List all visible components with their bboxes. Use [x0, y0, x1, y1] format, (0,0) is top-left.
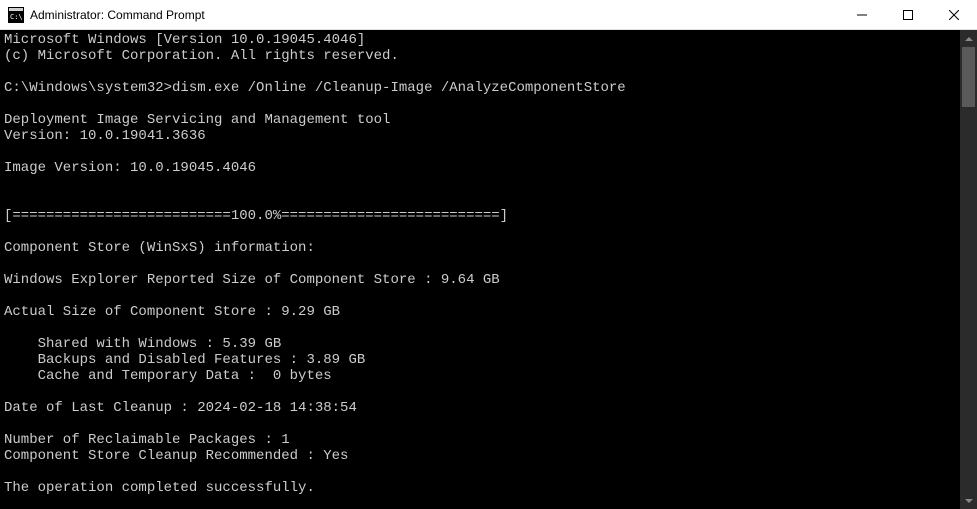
terminal-line: ​ — [4, 192, 956, 208]
terminal-line: Component Store Cleanup Recommended : Ye… — [4, 448, 956, 464]
terminal-line: ​ — [4, 256, 956, 272]
terminal-line: Cache and Temporary Data : 0 bytes — [4, 368, 956, 384]
terminal-line: ​ — [4, 224, 956, 240]
terminal-line: ​ — [4, 384, 956, 400]
terminal-line: Number of Reclaimable Packages : 1 — [4, 432, 956, 448]
terminal-line: ​ — [4, 496, 956, 509]
scrollbar-track[interactable] — [960, 47, 977, 492]
terminal-line: Shared with Windows : 5.39 GB — [4, 336, 956, 352]
terminal-line: Windows Explorer Reported Size of Compon… — [4, 272, 956, 288]
minimize-button[interactable] — [839, 0, 885, 29]
scroll-up-button[interactable] — [960, 30, 977, 47]
window-title: Administrator: Command Prompt — [30, 8, 839, 22]
terminal-line: Microsoft Windows [Version 10.0.19045.40… — [4, 32, 956, 48]
terminal-line: ​ — [4, 176, 956, 192]
svg-text:C:\: C:\ — [10, 13, 23, 21]
window-controls — [839, 0, 977, 29]
terminal-line: C:\Windows\system32>dism.exe /Online /Cl… — [4, 80, 956, 96]
terminal-area: Microsoft Windows [Version 10.0.19045.40… — [0, 30, 977, 509]
terminal-line: (c) Microsoft Corporation. All rights re… — [4, 48, 956, 64]
maximize-button[interactable] — [885, 0, 931, 29]
terminal-line: ​ — [4, 464, 956, 480]
terminal-line: Component Store (WinSxS) information: — [4, 240, 956, 256]
terminal-line: ​ — [4, 320, 956, 336]
terminal-output[interactable]: Microsoft Windows [Version 10.0.19045.40… — [0, 30, 960, 509]
terminal-line: Date of Last Cleanup : 2024-02-18 14:38:… — [4, 400, 956, 416]
terminal-line: ​ — [4, 144, 956, 160]
window-titlebar: C:\ Administrator: Command Prompt — [0, 0, 977, 30]
terminal-line: Version: 10.0.19041.3636 — [4, 128, 956, 144]
terminal-line: [==========================100.0%=======… — [4, 208, 956, 224]
terminal-line: ​ — [4, 64, 956, 80]
terminal-line: Backups and Disabled Features : 3.89 GB — [4, 352, 956, 368]
terminal-line: ​ — [4, 288, 956, 304]
terminal-line: ​ — [4, 96, 956, 112]
terminal-line: Deployment Image Servicing and Managemen… — [4, 112, 956, 128]
terminal-line: Image Version: 10.0.19045.4046 — [4, 160, 956, 176]
scroll-down-button[interactable] — [960, 492, 977, 509]
cmd-icon: C:\ — [8, 7, 24, 23]
terminal-line: Actual Size of Component Store : 9.29 GB — [4, 304, 956, 320]
scrollbar-thumb[interactable] — [962, 47, 975, 107]
vertical-scrollbar[interactable] — [960, 30, 977, 509]
close-button[interactable] — [931, 0, 977, 29]
terminal-line: The operation completed successfully. — [4, 480, 956, 496]
terminal-line: ​ — [4, 416, 956, 432]
